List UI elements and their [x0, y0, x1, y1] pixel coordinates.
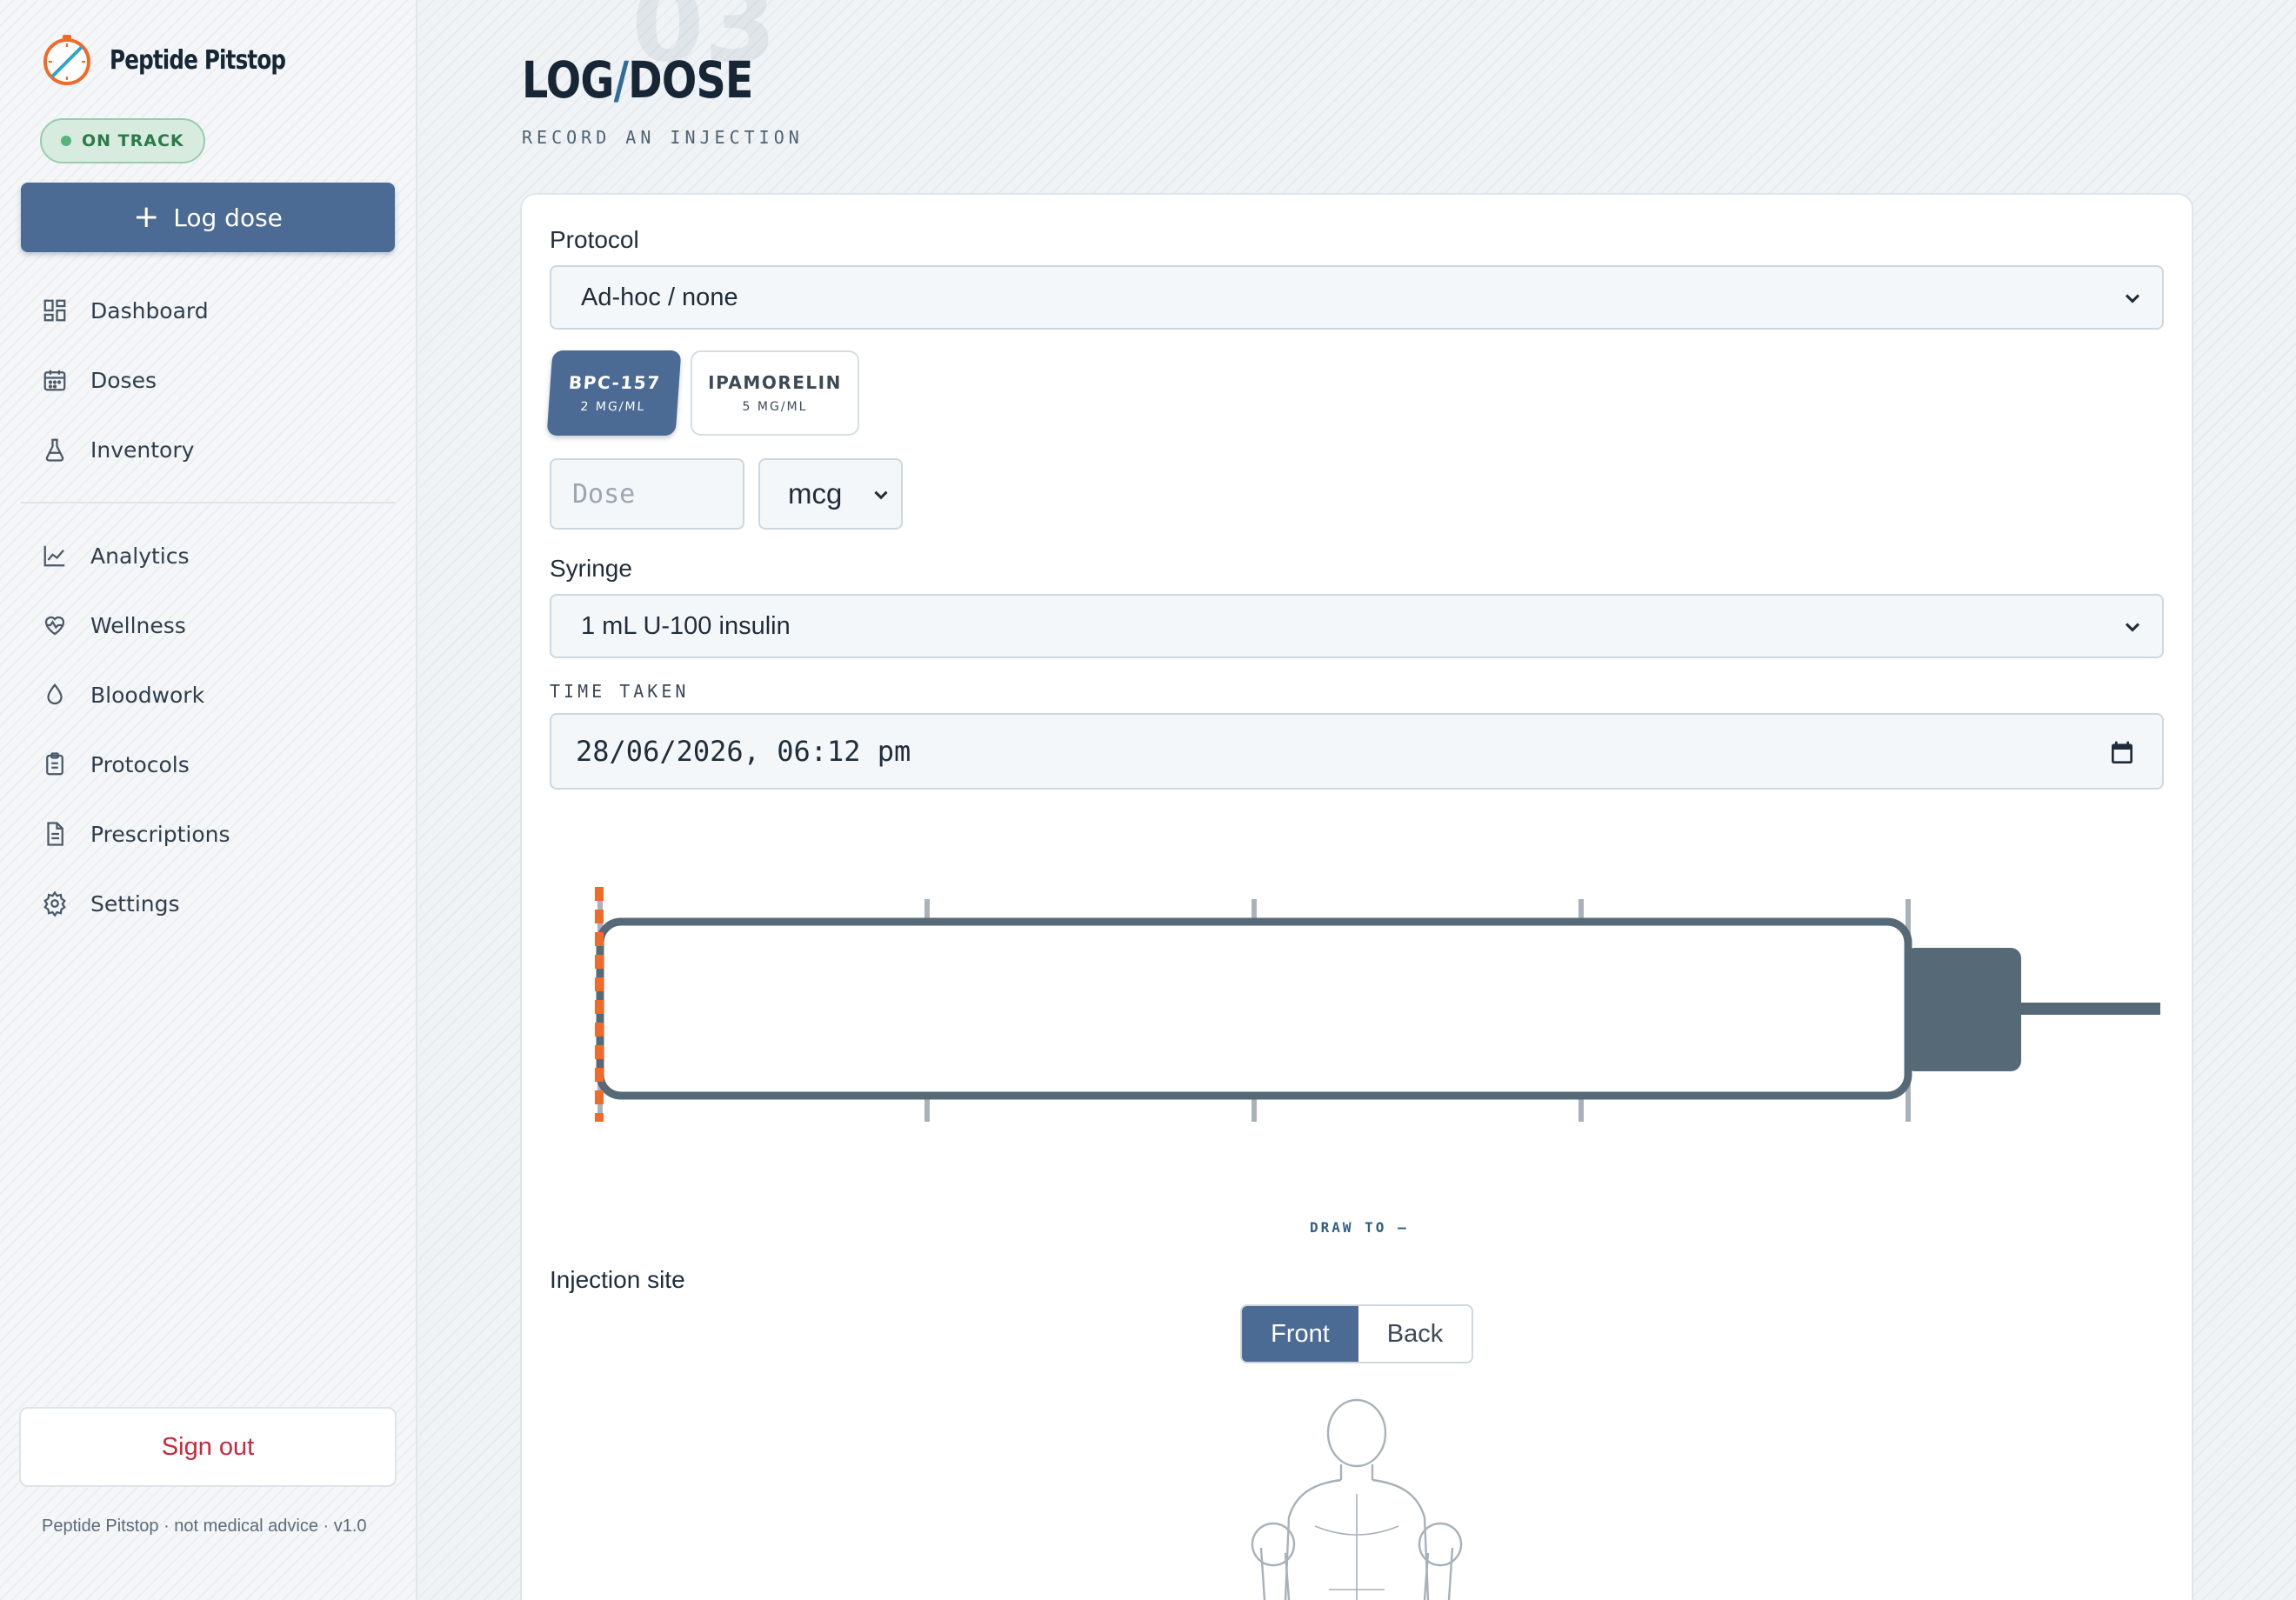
time-taken-value: 28/06/2026, 06:12 pm: [576, 735, 911, 768]
page-subtitle: RECORD AN INJECTION: [522, 127, 804, 148]
status-dot-icon: [61, 136, 71, 146]
protocol-select-value: Ad-hoc / none: [581, 283, 738, 311]
syringe-hub: [1905, 948, 2021, 1071]
droplet-icon: [47, 683, 63, 705]
view-toggle: Front Back: [1240, 1304, 1473, 1363]
syringe-select-value: 1 mL U-100 insulin: [581, 611, 791, 640]
log-dose-button[interactable]: + Log dose: [21, 183, 395, 252]
peptide-chip-concentration: 5 MG/ML: [742, 400, 808, 414]
peptide-chip-name: BPC-157: [568, 372, 662, 393]
peptide-chip-concentration: 2 MG/ML: [579, 400, 646, 414]
syringe-barrel: [596, 917, 1912, 1100]
document-icon: [47, 822, 63, 846]
sidebar-item-label: Prescriptions: [90, 821, 230, 847]
sidebar-item-analytics[interactable]: Analytics: [21, 521, 395, 590]
peptide-chip-name: IPAMORELIN: [708, 372, 842, 393]
gear-icon: [43, 890, 66, 917]
syringe-label: Syringe: [550, 555, 632, 582]
protocol-select[interactable]: Ad-hoc / none: [550, 265, 2164, 330]
sidebar-item-label: Settings: [90, 890, 180, 917]
nav-divider: [21, 502, 395, 503]
stopwatch-logo-icon: [43, 35, 90, 85]
syringe-select[interactable]: 1 mL U-100 insulin: [550, 594, 2164, 658]
brand[interactable]: Peptide Pitstop: [40, 33, 324, 87]
dose-unit-select[interactable]: mcg: [758, 458, 903, 530]
dashboard-icon: [43, 299, 66, 322]
plus-icon: +: [133, 199, 160, 235]
calendar-picker-icon[interactable]: [2108, 739, 2136, 767]
nav-primary: Dashboard Doses Inventory: [21, 276, 395, 484]
app-name: Peptide Pitstop: [110, 44, 286, 76]
sidebar-item-label: Wellness: [90, 612, 186, 638]
injection-site-label: Injection site: [550, 1266, 685, 1293]
footer-note: Peptide Pitstop · not medical advice · v…: [42, 1517, 367, 1536]
sidebar-item-wellness[interactable]: Wellness: [21, 590, 395, 660]
page-title-right: DOSE: [628, 50, 753, 110]
sidebar-item-dashboard[interactable]: Dashboard: [21, 276, 395, 345]
syringe-gauge[interactable]: [579, 870, 2171, 1139]
sidebar-item-label: Doses: [90, 367, 157, 393]
dose-input[interactable]: [550, 458, 744, 530]
draw-to-label: DRAW TO —: [1310, 1219, 1409, 1236]
page-title: LOG/DOSE: [522, 50, 753, 110]
body-map-front[interactable]: [1235, 1391, 1478, 1600]
nav-secondary: Analytics Wellness Bloodwork Protocols P…: [21, 521, 395, 938]
sidebar-item-doses[interactable]: Doses: [21, 345, 395, 415]
sidebar-item-protocols[interactable]: Protocols: [21, 730, 395, 799]
log-dose-label: Log dose: [173, 203, 283, 232]
chart-line-icon: [43, 545, 65, 567]
view-front-button[interactable]: Front: [1242, 1306, 1358, 1362]
page-title-slash: /: [613, 50, 629, 110]
peptide-chip-ipamorelin[interactable]: IPAMORELIN 5 MG/ML: [691, 350, 859, 436]
peptide-chip-bpc157[interactable]: BPC-157 2 MG/ML: [546, 350, 682, 436]
flask-icon: [45, 438, 64, 462]
page-title-left: LOG: [522, 50, 614, 110]
sidebar-item-label: Protocols: [90, 751, 190, 777]
protocol-label: Protocol: [550, 226, 639, 253]
syringe-needle: [2019, 1003, 2160, 1015]
status-label: ON TRACK: [82, 131, 184, 150]
sign-out-button[interactable]: Sign out: [19, 1407, 397, 1487]
sidebar-item-settings[interactable]: Settings: [21, 869, 395, 938]
body-head: [1326, 1398, 1387, 1468]
dose-unit-value: mcg: [788, 477, 843, 510]
clipboard-icon: [46, 752, 63, 776]
sidebar-item-label: Analytics: [90, 543, 190, 569]
calendar-icon: [43, 370, 66, 391]
time-taken-label: TIME TAKEN: [550, 681, 690, 702]
sidebar-item-inventory[interactable]: Inventory: [21, 415, 395, 484]
sidebar-item-label: Bloodwork: [90, 682, 205, 708]
status-badge: ON TRACK: [40, 118, 205, 163]
chevron-down-icon: [2125, 623, 2140, 632]
sidebar-item-bloodwork[interactable]: Bloodwork: [21, 660, 395, 730]
time-taken-input[interactable]: 28/06/2026, 06:12 pm: [550, 713, 2164, 790]
sidebar: Peptide Pitstop ON TRACK + Log dose Dash…: [0, 0, 417, 1600]
view-back-button[interactable]: Back: [1358, 1306, 1472, 1362]
chevron-down-icon: [874, 490, 888, 500]
sidebar-item-label: Inventory: [90, 437, 195, 463]
heart-pulse-icon: [44, 616, 65, 636]
sidebar-item-label: Dashboard: [90, 297, 209, 323]
chevron-down-icon: [2125, 294, 2140, 303]
sidebar-item-prescriptions[interactable]: Prescriptions: [21, 799, 395, 869]
